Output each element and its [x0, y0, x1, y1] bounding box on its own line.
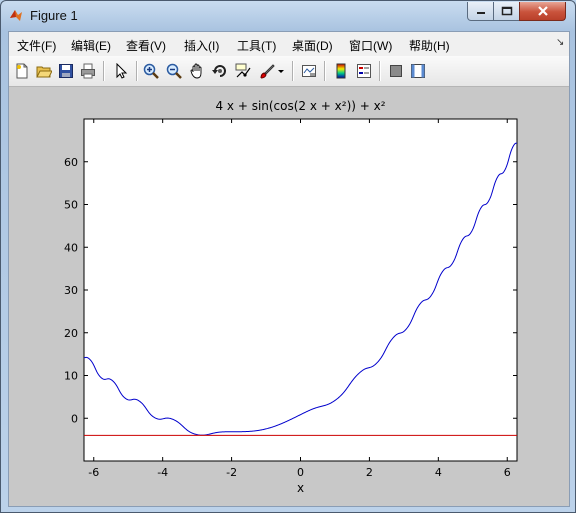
rotate-3d-icon — [212, 65, 226, 77]
axes-box — [83, 118, 518, 462]
brush-dropdown-button[interactable] — [276, 61, 286, 81]
menu-file[interactable]: 文件(F) — [17, 37, 56, 54]
figure-window: Figure 1 文件(F) 编辑(E) 查看(V) 插入(I) 工具(T) 桌… — [0, 0, 576, 513]
y-tick-label: 10 — [64, 370, 78, 383]
print-icon — [81, 63, 95, 79]
menu-window[interactable]: 窗口(W) — [349, 37, 392, 54]
edit-plot-button[interactable] — [111, 61, 131, 81]
zoom-out-button[interactable] — [164, 61, 184, 81]
legend-button[interactable] — [354, 61, 374, 81]
toolbar-separator — [324, 61, 326, 81]
x-tick-label: -2 — [226, 466, 237, 479]
y-tick-label: 0 — [71, 412, 78, 425]
zoom-in-icon — [143, 63, 159, 79]
close-button[interactable] — [519, 2, 566, 21]
x-tick-label: -6 — [88, 466, 99, 479]
show-plot-tools-button[interactable] — [408, 61, 428, 81]
brush-icon — [260, 64, 275, 79]
x-tick-label: 4 — [435, 466, 442, 479]
colorbar-icon — [336, 63, 346, 79]
menu-desktop[interactable]: 桌面(D) — [292, 37, 333, 54]
maximize-icon — [501, 6, 512, 16]
brush-dropdown-icon — [278, 70, 284, 73]
brush-button[interactable] — [257, 61, 277, 81]
window-title: Figure 1 — [30, 8, 78, 23]
figure-client: 文件(F) 编辑(E) 查看(V) 插入(I) 工具(T) 桌面(D) 窗口(W… — [8, 31, 570, 507]
matlab-logo-icon — [10, 10, 22, 21]
new-figure-icon — [16, 63, 28, 79]
colorbar-button[interactable] — [331, 61, 351, 81]
link-plot-icon — [302, 65, 316, 77]
show-plot-tools-icon — [411, 64, 425, 78]
toolbar-separator — [292, 61, 294, 81]
x-tick-label: -4 — [157, 466, 168, 479]
zoom-out-icon — [166, 63, 182, 79]
zoom-in-button[interactable] — [141, 61, 161, 81]
y-tick-label: 30 — [64, 284, 78, 297]
maximize-button[interactable] — [493, 2, 520, 21]
menu-help[interactable]: 帮助(H) — [409, 37, 450, 54]
print-button[interactable] — [78, 61, 98, 81]
menu-insert[interactable]: 插入(I) — [184, 37, 219, 54]
pan-hand-icon — [190, 63, 202, 79]
hide-plot-tools-button[interactable] — [386, 61, 406, 81]
link-plot-button[interactable] — [299, 61, 319, 81]
x-axis-label: x — [297, 481, 304, 495]
y-tick-label: 20 — [64, 327, 78, 340]
open-file-button[interactable] — [34, 61, 54, 81]
menu-overflow-icon[interactable]: ↘ — [556, 37, 564, 48]
edit-plot-arrow-icon — [116, 63, 128, 79]
menu-edit[interactable]: 编辑(E) — [71, 37, 111, 54]
x-tick-label: 0 — [297, 466, 304, 479]
x-tick-label: 2 — [366, 466, 373, 479]
data-cursor-button[interactable] — [233, 61, 253, 81]
open-file-icon — [36, 66, 52, 78]
rotate-3d-button[interactable] — [210, 61, 230, 81]
save-button[interactable] — [56, 61, 76, 81]
new-figure-button[interactable] — [12, 61, 32, 81]
x-tick-label: 6 — [504, 466, 511, 479]
toolbar-separator — [136, 61, 138, 81]
toolbar-separator — [379, 61, 381, 81]
figure-canvas: -6 -4 -2 0 2 4 6 0 10 20 30 40 50 60 4 x + sin(cos(2 x… — [9, 87, 569, 506]
legend-icon — [357, 64, 371, 78]
y-tick-label: 40 — [64, 241, 78, 254]
toolbar — [9, 56, 569, 87]
menu-bar: 文件(F) 编辑(E) 查看(V) 插入(I) 工具(T) 桌面(D) 窗口(W… — [9, 32, 569, 56]
minimize-icon — [476, 12, 485, 14]
menu-view[interactable]: 查看(V) — [126, 37, 166, 54]
minimize-button[interactable] — [467, 2, 494, 21]
toolbar-separator — [103, 61, 105, 81]
title-bar[interactable]: Figure 1 — [1, 1, 575, 31]
chart-title: 4 x + sin(cos(2 x + x²)) + x² — [215, 99, 385, 113]
y-tick-label: 50 — [64, 199, 78, 212]
save-icon — [59, 64, 73, 78]
menu-tools[interactable]: 工具(T) — [237, 37, 276, 54]
close-icon — [537, 6, 548, 16]
plot-svg: -6 -4 -2 0 2 4 601020304050604 x + sin(cos(2 x… — [64, 99, 518, 495]
y-tick-label: 60 — [64, 156, 78, 169]
hide-plot-tools-icon — [390, 65, 402, 77]
pan-button[interactable] — [187, 61, 207, 81]
data-cursor-icon — [235, 63, 251, 78]
